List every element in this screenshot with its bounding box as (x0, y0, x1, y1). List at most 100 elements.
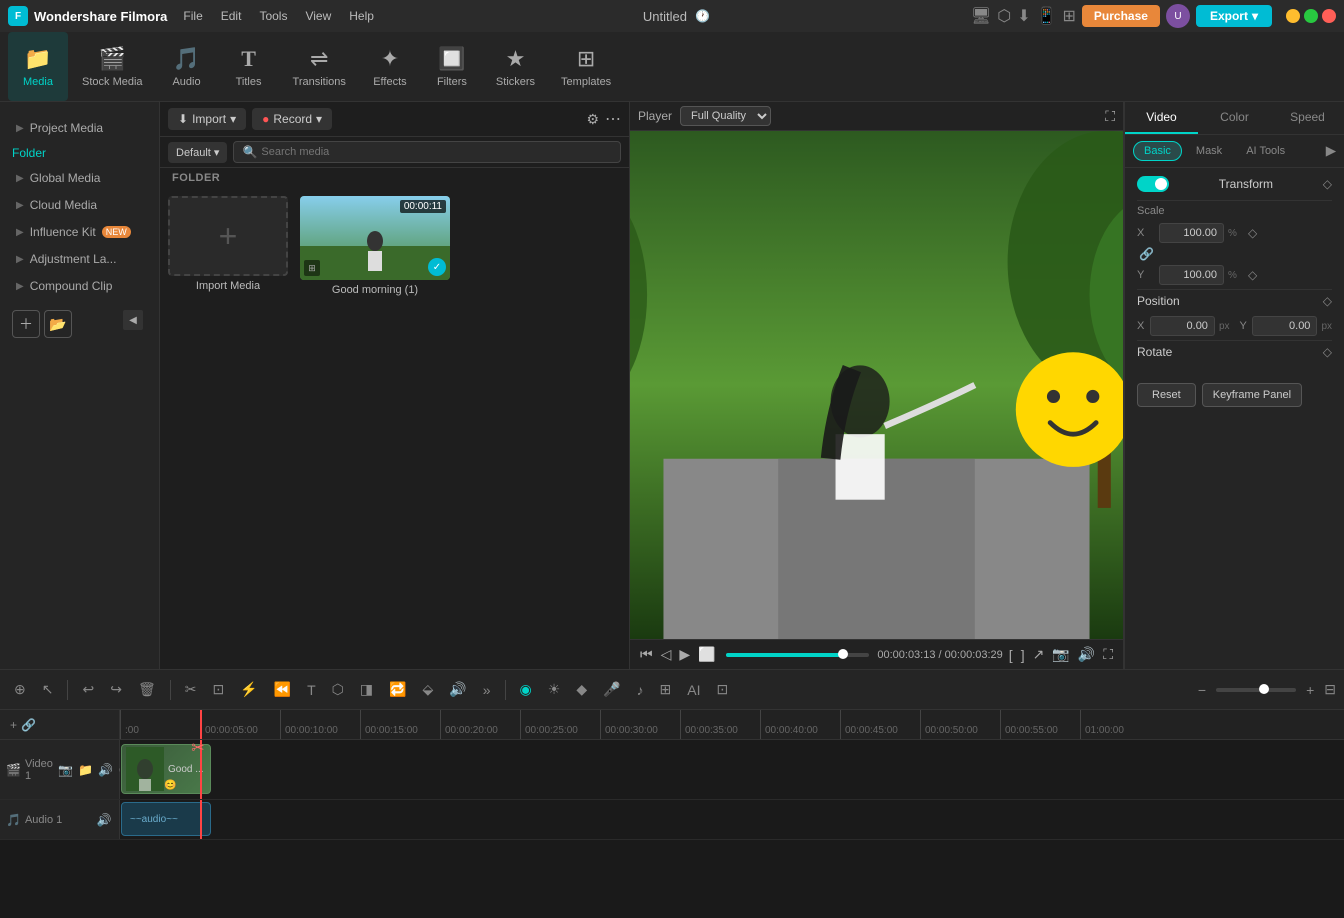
toolbar-stickers[interactable]: ★ Stickers (484, 32, 547, 101)
ai-button[interactable]: AI (681, 678, 706, 702)
progress-bar[interactable] (726, 653, 870, 657)
window-minimize[interactable] (1286, 9, 1300, 23)
menu-file[interactable]: File (175, 7, 210, 25)
menu-help[interactable]: Help (341, 7, 382, 25)
delete-button[interactable]: 🗑 (132, 677, 162, 702)
export-button[interactable]: Export ▾ (1196, 5, 1272, 27)
sidebar-item-compound-clip[interactable]: ▶ Compound Clip (4, 273, 155, 299)
record-button[interactable]: ● Record ▾ (252, 108, 332, 130)
undo-button[interactable]: ↩ (76, 677, 100, 702)
transform-button[interactable]: ⬡ (326, 677, 350, 702)
snapshot-button[interactable]: 📷 (1050, 644, 1071, 665)
mark-out-button[interactable]: ] (1019, 645, 1027, 665)
rewind-button[interactable]: ⏮ (638, 644, 655, 665)
video-track-camera-button[interactable]: 📷 (57, 761, 75, 779)
tab-color[interactable]: Color (1198, 102, 1271, 134)
reset-button[interactable]: Reset (1137, 383, 1196, 407)
audio-track-button[interactable]: ♪ (631, 678, 650, 702)
sidebar-item-influence-kit[interactable]: ▶ Influence Kit NEW (4, 219, 155, 245)
scale-y-keyframe[interactable]: ◇ (1248, 268, 1257, 282)
toolbar-transitions[interactable]: ⇌ Transitions (281, 32, 358, 101)
more-tools-button[interactable]: » (477, 678, 497, 702)
extract-button[interactable]: ↗ (1031, 644, 1047, 665)
marker-button[interactable]: ◆ (570, 677, 593, 702)
reverse-button[interactable]: ⏪ (268, 677, 297, 702)
toolbar-audio[interactable]: 🎵 Audio (157, 32, 217, 101)
rotate-keyframe-button[interactable]: ◇ (1323, 345, 1332, 359)
subtab-mask[interactable]: Mask (1186, 142, 1232, 160)
redo-button[interactable]: ↪ (104, 677, 128, 702)
toolbar-filters[interactable]: 🔲 Filters (422, 32, 482, 101)
speed-button[interactable]: ⚡ (234, 677, 263, 702)
snap-button[interactable]: ⊕ (8, 677, 32, 702)
position-keyframe-button[interactable]: ◇ (1323, 294, 1332, 308)
more-button[interactable]: ⋯ (605, 109, 621, 129)
fullscreen-button[interactable]: ⛶ (1101, 644, 1115, 665)
auto-highlight-button[interactable]: ◉ (514, 677, 538, 702)
filter-button[interactable]: ⚙ (586, 111, 599, 128)
zoom-slider[interactable] (1216, 688, 1296, 692)
crop-button[interactable]: ⊡ (206, 677, 230, 702)
sidebar-item-adjustment[interactable]: ▶ Adjustment La... (4, 246, 155, 272)
menu-view[interactable]: View (297, 7, 339, 25)
audio-detach-button[interactable]: 🔊 (443, 677, 472, 702)
loop-button[interactable]: 🔁 (383, 677, 412, 702)
quality-dropdown[interactable]: Full Quality Half Quality (680, 106, 771, 126)
keyframe-panel-button[interactable]: Keyframe Panel (1202, 383, 1302, 407)
menu-edit[interactable]: Edit (213, 7, 250, 25)
default-dropdown[interactable]: Default ▾ (168, 142, 227, 163)
scale-x-input[interactable] (1159, 223, 1224, 243)
mark-in-button[interactable]: [ (1007, 645, 1015, 665)
scene-detect-button[interactable]: ☀ (542, 677, 567, 702)
position-x-input[interactable] (1150, 316, 1215, 336)
add-track-button[interactable]: + (8, 716, 19, 734)
scale-x-keyframe[interactable]: ◇ (1248, 226, 1257, 240)
toolbar-templates[interactable]: ⊞ Templates (549, 32, 623, 101)
frame-back-button[interactable]: ◁ (659, 644, 674, 665)
tab-speed[interactable]: Speed (1271, 102, 1344, 134)
menu-tools[interactable]: Tools (251, 7, 295, 25)
scale-y-input[interactable] (1159, 265, 1224, 285)
subtabs-more-button[interactable]: ▶ (1326, 143, 1336, 159)
volume-button[interactable]: 🔊 (1076, 644, 1097, 665)
multi-cam-button[interactable]: ⊞ (654, 677, 678, 702)
cut-button[interactable]: ✂ (179, 677, 203, 702)
sidebar-item-global-media[interactable]: ▶ Global Media (4, 165, 155, 191)
audio-track-vol-button[interactable]: 🔊 (95, 811, 113, 829)
subtab-ai-tools[interactable]: AI Tools (1236, 142, 1295, 160)
collapse-sidebar-button[interactable]: ◀ (123, 310, 143, 330)
window-maximize[interactable] (1304, 9, 1318, 23)
add-folder-button[interactable]: ＋ (12, 310, 40, 338)
video-clip-item[interactable]: 00:00:11 ✓ ⊞ Good morning (1) (300, 196, 450, 661)
import-button[interactable]: ⬇ Import ▾ (168, 108, 246, 130)
transform-keyframe-button[interactable]: ◇ (1323, 177, 1332, 191)
stop-button[interactable]: ⬜ (696, 644, 717, 665)
sidebar-item-project-media[interactable]: ▶ Project Media (4, 115, 155, 141)
play-button[interactable]: ▶ (677, 644, 692, 665)
player-expand-button[interactable]: ⛶ (1105, 108, 1115, 125)
video-track-volume-button[interactable]: 🔊 (97, 761, 115, 779)
sidebar-item-cloud-media[interactable]: ▶ Cloud Media (4, 192, 155, 218)
export-dropdown-icon[interactable]: ▾ (1252, 9, 1258, 23)
toolbar-media[interactable]: 📁 Media (8, 32, 68, 101)
import-media-item[interactable]: + Import Media (168, 196, 288, 661)
transform-toggle[interactable] (1137, 176, 1169, 192)
zoom-out-button[interactable]: − (1192, 678, 1212, 702)
purchase-button[interactable]: Purchase (1082, 5, 1160, 27)
search-input[interactable] (261, 146, 612, 158)
layout-grid-button[interactable]: ⊟ (1324, 681, 1336, 698)
stabilize-button[interactable]: ⬙ (417, 677, 440, 702)
zoom-in-button[interactable]: + (1300, 678, 1320, 702)
window-close[interactable] (1322, 9, 1336, 23)
toolbar-titles[interactable]: T Titles (219, 32, 279, 101)
pip-button[interactable]: ⊡ (711, 677, 735, 702)
toolbar-effects[interactable]: ✦ Effects (360, 32, 420, 101)
subtab-basic[interactable]: Basic (1133, 141, 1182, 161)
toolbar-stock-media[interactable]: 🎬 Stock Media (70, 32, 155, 101)
text-button[interactable]: T (301, 678, 322, 702)
select-tool-button[interactable]: ↖ (36, 677, 60, 702)
link-track-button[interactable]: 🔗 (19, 716, 38, 734)
position-y-input[interactable] (1252, 316, 1317, 336)
audio-clip-block[interactable]: ~~audio~~ (121, 802, 211, 836)
import-folder-button[interactable]: 📂 (44, 310, 72, 338)
